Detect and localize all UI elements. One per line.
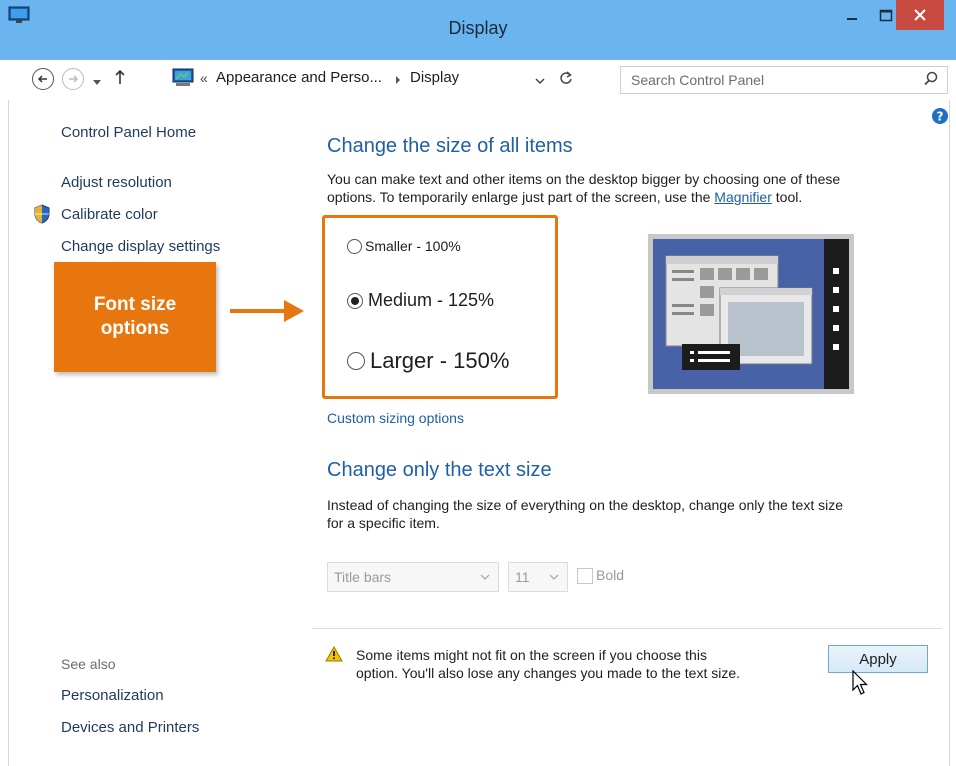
- navigation-bar: « Appearance and Perso... Display Search…: [8, 60, 948, 100]
- up-arrow-icon: [115, 69, 125, 84]
- callout-line-2: options: [100, 318, 170, 339]
- breadcrumb-display[interactable]: Display: [410, 69, 459, 86]
- option-smaller[interactable]: Smaller - 100%: [347, 238, 461, 254]
- close-button[interactable]: [896, 0, 944, 30]
- radio-smaller[interactable]: [347, 238, 362, 254]
- back-button[interactable]: [32, 68, 54, 90]
- warning-icon: [325, 645, 343, 667]
- divider: [312, 628, 942, 629]
- shield-icon: [33, 204, 51, 229]
- search-input[interactable]: Search Control Panel: [620, 66, 948, 94]
- chevron-down-icon: [549, 574, 559, 580]
- address-dropdown-button[interactable]: [534, 73, 546, 91]
- breadcrumb-separator-icon: [394, 72, 402, 90]
- maximize-icon: [879, 9, 893, 22]
- option-medium[interactable]: Medium - 125%: [347, 290, 494, 311]
- help-icon[interactable]: ?: [932, 108, 948, 129]
- recent-locations-button[interactable]: [92, 74, 102, 92]
- apply-label: Apply: [859, 650, 897, 668]
- devices-and-printers-link[interactable]: Devices and Printers: [61, 719, 199, 736]
- forward-button[interactable]: [62, 68, 84, 90]
- search-placeholder: Search Control Panel: [631, 72, 765, 88]
- apply-button[interactable]: Apply: [828, 645, 928, 673]
- breadcrumb-appearance[interactable]: Appearance and Perso...: [216, 69, 382, 86]
- display-preview-image: [648, 234, 854, 399]
- personalization-link[interactable]: Personalization: [61, 687, 164, 704]
- search-icon[interactable]: [923, 71, 939, 92]
- radio-medium[interactable]: [347, 292, 363, 309]
- custom-sizing-link[interactable]: Custom sizing options: [327, 410, 464, 426]
- calibrate-color-link[interactable]: Calibrate color: [61, 206, 158, 223]
- chevron-down-icon: [480, 574, 490, 580]
- forward-arrow-icon: [69, 75, 79, 83]
- bold-checkbox[interactable]: [577, 568, 593, 584]
- text-size-description-line-2: for a specific item.: [327, 515, 440, 531]
- title-bar: Display: [0, 0, 956, 60]
- adjust-resolution-link[interactable]: Adjust resolution: [61, 174, 172, 191]
- text-item-value: Title bars: [334, 569, 392, 585]
- control-panel-icon: [172, 68, 194, 93]
- font-size-options-group: Smaller - 100% Medium - 125% Larger - 15…: [322, 215, 558, 399]
- change-display-settings-link[interactable]: Change display settings: [61, 238, 220, 255]
- size-description-tail: tool.: [775, 189, 803, 205]
- radio-larger[interactable]: [347, 352, 365, 370]
- chevron-down-icon: [535, 78, 545, 85]
- warning-text-line-1: Some items might not fit on the screen i…: [356, 647, 707, 663]
- option-medium-label: Medium - 125%: [368, 290, 495, 310]
- see-also-label: See also: [61, 656, 116, 672]
- window-title: Display: [448, 18, 508, 38]
- font-size-value: 11: [515, 569, 530, 585]
- minimize-icon: [847, 18, 857, 20]
- refresh-button[interactable]: [558, 70, 574, 91]
- magnifier-link[interactable]: Magnifier: [714, 189, 772, 205]
- size-description-line-1: You can make text and other items on the…: [327, 171, 841, 187]
- bold-label: Bold: [596, 567, 625, 583]
- font-size-select[interactable]: 11: [508, 562, 568, 592]
- option-larger[interactable]: Larger - 150%: [347, 348, 509, 374]
- callout-arrow-icon: [228, 296, 306, 331]
- text-item-select[interactable]: Title bars: [327, 562, 499, 592]
- back-arrow-icon: [37, 75, 47, 83]
- font-size-callout: Font size options: [54, 262, 216, 372]
- option-smaller-label: Smaller - 100%: [365, 238, 461, 254]
- size-description-line-2: options. To temporarily enlarge just par…: [327, 188, 802, 206]
- warning-text-line-2: option. You'll also lose any changes you…: [356, 665, 741, 681]
- text-size-heading: Change only the text size: [327, 459, 552, 481]
- callout-line-1: Font size: [93, 294, 177, 315]
- option-larger-label: Larger - 150%: [370, 348, 510, 373]
- close-icon: [914, 9, 926, 21]
- chevron-down-icon: [93, 80, 101, 85]
- refresh-icon: [560, 71, 572, 84]
- size-all-items-heading: Change the size of all items: [327, 135, 573, 157]
- up-button[interactable]: [114, 69, 126, 90]
- size-description-text: options. To temporarily enlarge just par…: [327, 189, 711, 205]
- text-size-description-line-1: Instead of changing the size of everythi…: [327, 497, 844, 513]
- mouse-cursor-icon: [852, 669, 870, 701]
- breadcrumb-overflow[interactable]: «: [200, 70, 208, 86]
- svg-text:?: ?: [937, 110, 944, 124]
- control-panel-home-link[interactable]: Control Panel Home: [61, 124, 196, 141]
